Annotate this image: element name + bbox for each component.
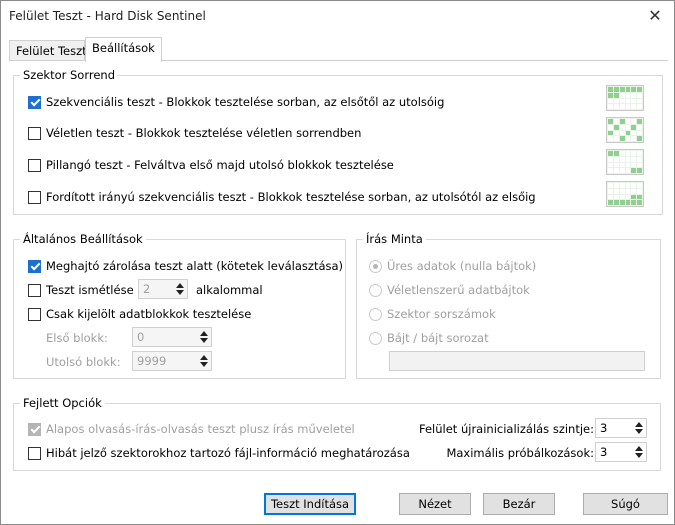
repeat-count-stepper[interactable]: 2 <box>138 279 188 299</box>
repeat-suffix: alkalommal <box>196 283 263 297</box>
max-retries-label: Maximális próbálkozások: <box>446 446 594 460</box>
byte-sequence-label: Bájt / bájt sorozat <box>387 331 489 345</box>
arrow-up-icon[interactable] <box>635 422 643 427</box>
reinit-level-label: Felület újrainicializálás szintje: <box>418 422 594 436</box>
selected-only-checkbox[interactable] <box>28 307 41 321</box>
lock-drive-checkbox[interactable] <box>28 259 41 273</box>
last-block-arrows[interactable] <box>197 352 211 370</box>
zero-bytes-label: Üres adatok (nulla bájtok) <box>387 259 537 273</box>
random-label: Véletlen teszt - Blokkok tesztelése véle… <box>46 126 362 140</box>
butterfly-option[interactable]: Pillangó teszt - Felváltva első majd uto… <box>28 156 394 174</box>
random-bytes-radio[interactable] <box>369 283 382 297</box>
arrow-down-icon[interactable] <box>200 362 208 367</box>
start-test-button[interactable]: Teszt Indítása <box>264 493 356 515</box>
sequential-grid-icon <box>606 85 644 111</box>
lock-drive-option[interactable]: Meghajtó zárolása teszt alatt (kötetek l… <box>28 257 343 275</box>
byte-sequence-option[interactable]: Bájt / bájt sorozat <box>369 329 489 347</box>
arrow-down-icon[interactable] <box>635 429 643 434</box>
window-title: Felület Teszt - Hard Disk Sentinel <box>9 9 206 23</box>
sector-order-title: Szektor Sorrend <box>20 68 118 82</box>
repeat-checkbox[interactable] <box>28 283 41 297</box>
random-bytes-label: Véletlenszerű adatbájtok <box>387 283 530 297</box>
random-bytes-option[interactable]: Véletlenszerű adatbájtok <box>369 281 530 299</box>
random-grid-icon <box>606 117 644 143</box>
reinit-level-value: 3 <box>600 421 608 435</box>
first-block-arrows[interactable] <box>197 328 211 346</box>
write-pattern-group: Írás Minta Üres adatok (nulla bájtok) Vé… <box>356 232 661 379</box>
arrow-up-icon[interactable] <box>176 283 184 288</box>
random-checkbox[interactable] <box>28 126 41 140</box>
reverse-label: Fordított irányú szekvenciális teszt - B… <box>46 190 536 204</box>
help-button[interactable]: Súgó <box>583 493 668 515</box>
selected-only-option[interactable]: Csak kijelölt adatblokkok tesztelése <box>28 305 251 323</box>
last-block-value: 9999 <box>137 354 167 368</box>
max-retries-stepper[interactable]: 3 <box>595 442 647 462</box>
reverse-grid-icon <box>606 181 644 207</box>
view-button[interactable]: Nézet <box>399 493 471 515</box>
arrow-up-icon[interactable] <box>635 446 643 451</box>
settings-panel: Szektor Sorrend Szekvenciális teszt - Bl… <box>9 60 668 484</box>
sequential-label: Szekvenciális teszt - Blokkok tesztelése… <box>46 95 445 109</box>
byte-sequence-input[interactable] <box>389 351 645 371</box>
first-block-label: Első blokk: <box>46 331 108 345</box>
arrow-down-icon[interactable] <box>635 453 643 458</box>
close-button[interactable]: Bezár <box>483 493 555 515</box>
file-info-checkbox[interactable] <box>28 446 41 460</box>
max-retries-value: 3 <box>600 445 608 459</box>
sequential-checkbox[interactable] <box>28 95 41 109</box>
arrow-up-icon[interactable] <box>200 355 208 360</box>
sector-numbers-label: Szektor sorszámok <box>387 307 496 321</box>
advanced-options-title: Fejlett Opciók <box>20 396 105 410</box>
zero-bytes-radio[interactable] <box>369 259 382 273</box>
arrow-up-icon[interactable] <box>200 331 208 336</box>
file-info-label: Hibát jelző szektorokhoz tartozó fájl-in… <box>46 446 410 460</box>
tab-surface-test[interactable]: Felület Teszt <box>9 40 87 61</box>
byte-sequence-radio[interactable] <box>369 331 382 345</box>
arrow-down-icon[interactable] <box>176 290 184 295</box>
general-settings-group: Általános Beállítások Meghajtó zárolása … <box>13 232 346 379</box>
repeat-option[interactable]: Teszt ismétlése <box>28 281 134 299</box>
butterfly-grid-icon <box>606 149 644 175</box>
file-info-option[interactable]: Hibát jelző szektorokhoz tartozó fájl-in… <box>28 444 410 462</box>
write-pattern-title: Írás Minta <box>363 232 426 246</box>
sector-numbers-radio[interactable] <box>369 307 382 321</box>
last-block-stepper[interactable]: 9999 <box>132 351 212 371</box>
dialog-window: Felület Teszt - Hard Disk Sentinel ✕ Fel… <box>0 0 675 525</box>
reverse-option[interactable]: Fordított irányú szekvenciális teszt - B… <box>28 188 536 206</box>
repeat-count-value: 2 <box>143 282 151 296</box>
reinit-level-stepper[interactable]: 3 <box>595 418 647 438</box>
read-write-read-checkbox[interactable] <box>28 422 41 436</box>
title-bar: Felület Teszt - Hard Disk Sentinel ✕ <box>1 1 674 31</box>
read-write-read-option[interactable]: Alapos olvasás-írás-olvasás teszt plusz … <box>28 420 355 438</box>
last-block-label: Utolsó blokk: <box>46 355 121 369</box>
first-block-stepper[interactable]: 0 <box>132 327 212 347</box>
random-option[interactable]: Véletlen teszt - Blokkok tesztelése véle… <box>28 124 361 142</box>
max-retries-arrows[interactable] <box>632 443 646 461</box>
general-settings-title: Általános Beállítások <box>20 232 146 246</box>
tab-settings[interactable]: Beállítások <box>85 37 162 62</box>
sector-numbers-option[interactable]: Szektor sorszámok <box>369 305 496 323</box>
arrow-down-icon[interactable] <box>200 338 208 343</box>
close-icon[interactable]: ✕ <box>644 5 666 27</box>
lock-drive-label: Meghajtó zárolása teszt alatt (kötetek l… <box>46 259 344 273</box>
selected-only-label: Csak kijelölt adatblokkok tesztelése <box>46 307 252 321</box>
butterfly-label: Pillangó teszt - Felváltva első majd uto… <box>46 158 394 172</box>
zero-bytes-option[interactable]: Üres adatok (nulla bájtok) <box>369 257 536 275</box>
read-write-read-label: Alapos olvasás-írás-olvasás teszt plusz … <box>46 422 355 436</box>
reinit-level-arrows[interactable] <box>632 419 646 437</box>
first-block-value: 0 <box>137 330 145 344</box>
sector-order-group: Szektor Sorrend Szekvenciális teszt - Bl… <box>13 68 663 215</box>
repeat-count-arrows[interactable] <box>173 280 187 298</box>
butterfly-checkbox[interactable] <box>28 158 41 172</box>
sequential-option[interactable]: Szekvenciális teszt - Blokkok tesztelése… <box>28 93 444 111</box>
reverse-checkbox[interactable] <box>28 190 41 204</box>
advanced-options-group: Fejlett Opciók Alapos olvasás-írás-olvas… <box>13 396 661 471</box>
repeat-label: Teszt ismétlése <box>46 283 134 297</box>
